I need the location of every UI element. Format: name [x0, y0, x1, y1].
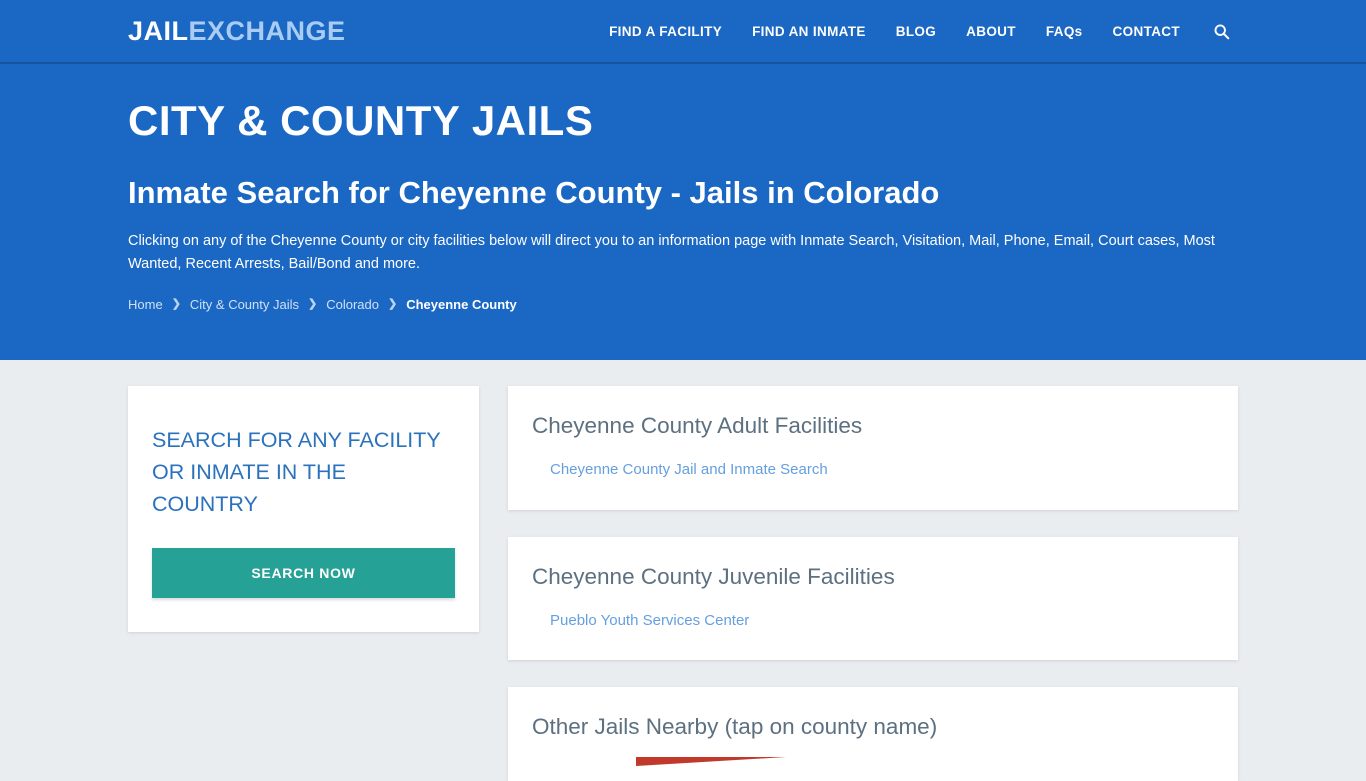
- other-jails-nearby-title: Other Jails Nearby (tap on county name): [532, 714, 938, 740]
- chevron-right-icon: ❯: [387, 297, 398, 310]
- page-content: SEARCH FOR ANY FACILITY OR INMATE IN THE…: [0, 360, 1366, 781]
- chevron-right-icon: ❯: [171, 297, 181, 310]
- juvenile-facilities-title: Cheyenne County Juvenile Facilities: [532, 563, 895, 589]
- map-region-shape[interactable]: [636, 757, 786, 767]
- hero-kicker: CITY & COUNTY JAILS: [128, 97, 594, 144]
- search-promo-card: SEARCH FOR ANY FACILITY OR INMATE IN THE…: [128, 386, 479, 633]
- hero-description: Clicking on any of the Cheyenne County o…: [128, 233, 1215, 272]
- nav-item-faqs[interactable]: FAQs: [1031, 24, 1098, 39]
- adult-facilities-card: Cheyenne County Adult Facilities Cheyenn…: [508, 386, 1238, 510]
- search-now-button[interactable]: SEARCH NOW: [152, 548, 455, 599]
- nav-item-contact[interactable]: CONTACT: [1098, 24, 1195, 39]
- nav-item-about[interactable]: ABOUT: [951, 24, 1031, 39]
- sidebar: SEARCH FOR ANY FACILITY OR INMATE IN THE…: [128, 386, 479, 633]
- page-title: Inmate Search for Cheyenne County - Jail…: [128, 175, 940, 211]
- breadcrumb-item-colorado[interactable]: Colorado: [326, 297, 379, 312]
- breadcrumb-item-current: Cheyenne County: [406, 296, 517, 312]
- facility-link-cheyenne-county-jail[interactable]: Cheyenne County Jail and Inmate Search: [532, 459, 1214, 482]
- facility-link-pueblo-youth-services-center[interactable]: Pueblo Youth Services Center: [532, 610, 1214, 633]
- logo-text-secondary: EXCHANGE: [188, 15, 346, 46]
- nav-item-find-a-facility[interactable]: FIND A FACILITY: [594, 24, 737, 39]
- search-promo-title: SEARCH FOR ANY FACILITY OR INMATE IN THE…: [152, 428, 441, 516]
- chevron-right-icon: ❯: [308, 297, 318, 310]
- breadcrumb: Home ❯ City & County Jails ❯ Colorado ❯ …: [128, 297, 1238, 312]
- facilities-column: Cheyenne County Adult Facilities Cheyenn…: [508, 386, 1238, 781]
- site-logo[interactable]: JAILEXCHANGE: [128, 15, 346, 46]
- juvenile-facilities-card: Cheyenne County Juvenile Facilities Pueb…: [508, 536, 1238, 661]
- nav-item-find-an-inmate[interactable]: FIND AN INMATE: [737, 24, 881, 39]
- breadcrumb-item-home[interactable]: Home: [128, 297, 163, 312]
- logo-text-primary: JAIL: [128, 15, 189, 46]
- nearby-counties-map[interactable]: [532, 751, 1214, 781]
- breadcrumb-item-city-county-jails[interactable]: City & County Jails: [190, 297, 299, 312]
- search-icon[interactable]: [1195, 23, 1238, 40]
- top-navigation-bar: JAILEXCHANGE FIND A FACILITY FIND AN INM…: [0, 0, 1366, 64]
- nav-item-blog[interactable]: BLOG: [881, 24, 951, 39]
- main-menu: FIND A FACILITY FIND AN INMATE BLOG ABOU…: [594, 23, 1238, 40]
- hero-section: CITY & COUNTY JAILS Inmate Search for Ch…: [0, 64, 1366, 360]
- other-jails-nearby-card: Other Jails Nearby (tap on county name): [508, 687, 1238, 781]
- adult-facilities-title: Cheyenne County Adult Facilities: [532, 413, 863, 438]
